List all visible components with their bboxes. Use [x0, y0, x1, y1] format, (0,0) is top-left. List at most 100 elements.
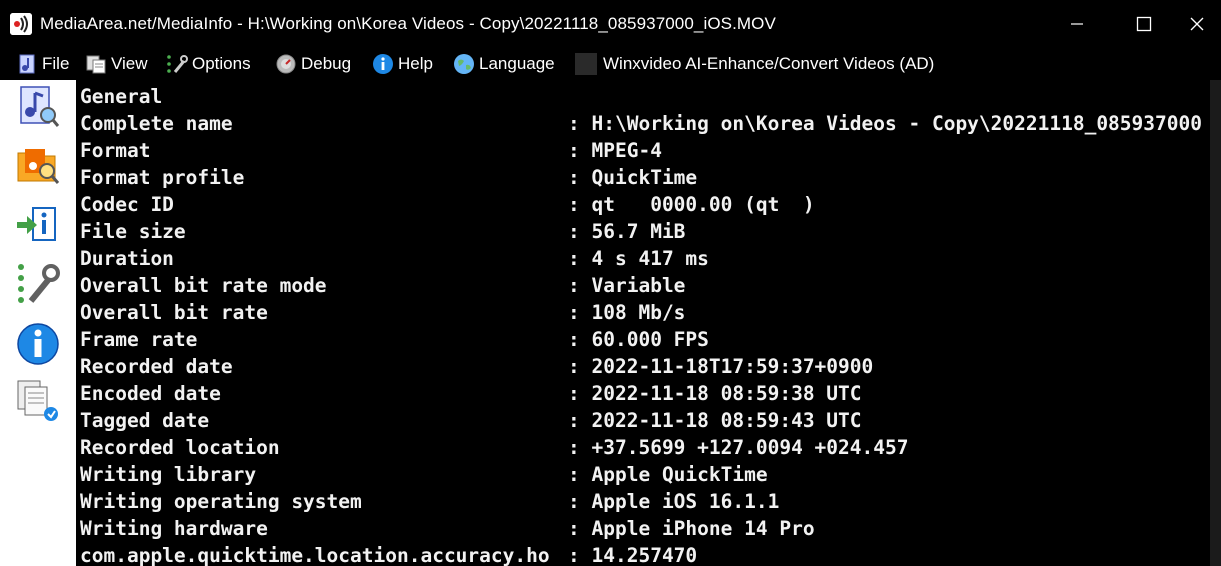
preferences-button[interactable]: [14, 260, 62, 308]
report-text-view[interactable]: General Complete name: H:\Working on\Kor…: [76, 80, 1210, 566]
field-label: Frame rate: [80, 328, 198, 351]
debug-icon: [275, 53, 297, 75]
field-value: +37.5699 +127.0094 +024.457: [591, 436, 909, 459]
menu-debug[interactable]: Debug: [275, 48, 351, 80]
menu-options[interactable]: Options: [166, 48, 251, 80]
field-value: 56.7 MiB: [591, 220, 686, 243]
field-value-line: : qt 0000.00 (qt ): [568, 191, 815, 218]
field-separator: :: [568, 490, 580, 513]
about-button[interactable]: [14, 320, 62, 368]
field-label: Writing operating system: [80, 490, 362, 513]
field-separator: :: [568, 112, 580, 135]
ad-placeholder-icon: [575, 53, 597, 75]
field-value-line: : QuickTime: [568, 164, 697, 191]
field-label: Duration: [80, 247, 174, 270]
field-separator: :: [568, 355, 580, 378]
field-value: 108 Mb/s: [591, 301, 686, 324]
maximize-button[interactable]: [1106, 0, 1182, 48]
close-button[interactable]: [1172, 0, 1221, 48]
field-value: Apple QuickTime: [591, 463, 768, 486]
field-label: Recorded date: [80, 355, 233, 378]
open-folder-button[interactable]: [14, 140, 62, 188]
menu-view-label: View: [111, 54, 148, 73]
field-label: Recorded location: [80, 436, 280, 459]
menu-file-label: File: [42, 54, 70, 73]
field-separator: :: [568, 139, 580, 162]
minimize-button[interactable]: [1039, 0, 1115, 48]
field-separator: :: [568, 328, 580, 351]
export-button[interactable]: [14, 201, 62, 249]
field-label: File size: [80, 220, 186, 243]
menu-file[interactable]: File: [16, 48, 69, 80]
menu-language[interactable]: Language: [453, 48, 555, 80]
field-value: 60.000 FPS: [591, 328, 709, 351]
open-file-button[interactable]: [14, 82, 62, 130]
field-separator: :: [568, 517, 580, 540]
menu-ad-label: Winxvideo AI-Enhance/Convert Videos (AD): [603, 54, 935, 73]
field-value: QuickTime: [591, 166, 698, 189]
field-label: com.apple.quicktime.location.accuracy.ho: [80, 544, 550, 566]
field-separator: :: [568, 409, 580, 432]
field-label: Encoded date: [80, 382, 221, 405]
about-icon: [17, 323, 59, 365]
menu-ad-link[interactable]: Winxvideo AI-Enhance/Convert Videos (AD): [575, 48, 934, 80]
field-label: Overall bit rate mode: [80, 274, 327, 297]
section-heading: General: [80, 85, 163, 108]
field-label: Codec ID: [80, 193, 174, 216]
sidebar-toolbar: [0, 80, 76, 566]
help-icon: [372, 53, 394, 75]
field-value: 2022-11-18 08:59:43 UTC: [591, 409, 862, 432]
close-icon: [1190, 17, 1203, 31]
field-value: 2022-11-18T17:59:37+0900: [591, 355, 874, 378]
field-value-line: : 14.257470: [568, 542, 697, 566]
field-label: Writing hardware: [80, 517, 268, 540]
field-value-line: : 108 Mb/s: [568, 299, 685, 326]
field-value-line: : 56.7 MiB: [568, 218, 685, 245]
field-label: Writing library: [80, 463, 257, 486]
field-separator: :: [568, 301, 580, 324]
export-icon: [17, 207, 56, 241]
vertical-scrollbar[interactable]: [1210, 80, 1221, 566]
field-separator: :: [568, 274, 580, 297]
field-value: qt 0000.00 (qt ): [591, 193, 815, 216]
field-label: Complete name: [80, 112, 233, 135]
menu-view[interactable]: View: [85, 48, 148, 80]
minimize-icon: [1071, 23, 1083, 25]
file-music-icon: [16, 53, 38, 75]
field-value-line: : 2022-11-18 08:59:43 UTC: [568, 407, 862, 434]
field-value-line: : Apple iOS 16.1.1: [568, 488, 779, 515]
sheet-view-button[interactable]: [14, 377, 62, 425]
open-folder-icon: [17, 149, 60, 184]
field-value: H:\Working on\Korea Videos - Copy\202211…: [591, 112, 1202, 135]
menu-help[interactable]: Help: [372, 48, 433, 80]
menu-help-label: Help: [398, 54, 433, 73]
field-separator: :: [568, 436, 580, 459]
window-title: MediaArea.net/MediaInfo - H:\Working on\…: [40, 14, 776, 33]
field-value-line: : Apple QuickTime: [568, 461, 768, 488]
menu-language-label: Language: [479, 54, 555, 73]
title-bar: MediaArea.net/MediaInfo - H:\Working on\…: [0, 0, 1221, 48]
field-value: Apple iPhone 14 Pro: [591, 517, 815, 540]
field-value: Variable: [591, 274, 686, 297]
field-value: Apple iOS 16.1.1: [591, 490, 780, 513]
open-file-icon: [20, 86, 60, 127]
field-separator: :: [568, 247, 580, 270]
view-icon: [85, 53, 107, 75]
field-value-line: : 4 s 417 ms: [568, 245, 709, 272]
field-value: MPEG-4: [591, 139, 662, 162]
field-value-line: : 60.000 FPS: [568, 326, 709, 353]
field-separator: :: [568, 220, 580, 243]
sheet-view-icon: [17, 380, 58, 421]
field-label: Format profile: [80, 166, 245, 189]
field-value: 4 s 417 ms: [591, 247, 709, 270]
options-icon: [166, 53, 188, 75]
field-value-line: : 2022-11-18T17:59:37+0900: [568, 353, 873, 380]
field-value-line: : MPEG-4: [568, 137, 662, 164]
field-label: Tagged date: [80, 409, 210, 432]
field-separator: :: [568, 193, 580, 216]
field-value-line: : +37.5699 +127.0094 +024.457: [568, 434, 908, 461]
menu-debug-label: Debug: [301, 54, 352, 73]
field-value-line: : Apple iPhone 14 Pro: [568, 515, 815, 542]
field-label: Format: [80, 139, 151, 162]
field-value-line: : H:\Working on\Korea Videos - Copy\2022…: [568, 110, 1202, 137]
